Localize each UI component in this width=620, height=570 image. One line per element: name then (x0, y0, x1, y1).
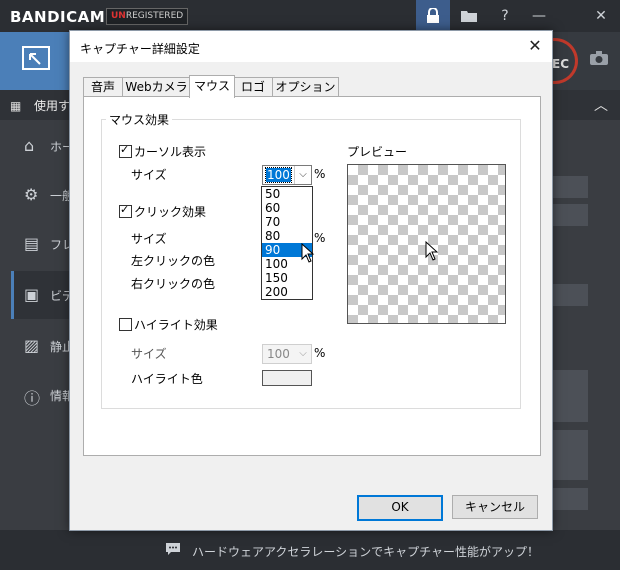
dialog-titlebar: キャプチャー詳細設定 ✕ (70, 31, 552, 62)
cancel-button[interactable]: キャンセル (452, 495, 538, 519)
info-icon: ⓘ (24, 389, 41, 408)
cursor-show-checkbox[interactable] (119, 143, 132, 158)
sidebar-item-frame[interactable]: ▤ フレ (14, 220, 74, 268)
content-panel (552, 176, 588, 198)
grid-icon: ▦ (10, 99, 22, 113)
gear-icon: ⚙ (24, 185, 39, 204)
bandicam-logo: BANDICAM (10, 8, 106, 26)
tab-logo[interactable]: ロゴ (233, 77, 273, 97)
ok-button[interactable]: OK (357, 495, 443, 521)
cursor-size-select[interactable]: 100 ⌵ (262, 165, 312, 185)
bandicam-bottom-bar: ハードウェアアクセラレーションでキャプチャー性能がアップ！ (0, 530, 620, 570)
dropdown-option[interactable]: 50 (262, 187, 312, 201)
image-icon: ▨ (24, 336, 40, 355)
click-size-label: サイズ (131, 232, 167, 246)
home-icon: ⌂ (24, 136, 35, 155)
content-panel (552, 284, 588, 306)
content-panel (552, 204, 588, 226)
preview-pointer-icon (425, 241, 439, 261)
left-click-color-label: 左クリックの色 (131, 254, 216, 268)
dropdown-option[interactable]: 60 (262, 201, 312, 215)
tab-audio[interactable]: 音声 (83, 77, 123, 97)
frame-icon: ▤ (24, 234, 40, 253)
percent-unit: % (314, 231, 326, 245)
video-icon: ▣ (24, 285, 40, 304)
content-panel (552, 430, 588, 480)
help-icon[interactable]: ? (488, 0, 522, 32)
chevron-up-icon[interactable]: ︿ (594, 95, 608, 115)
dialog-title: キャプチャー詳細設定 (80, 42, 200, 56)
chevron-down-icon[interactable]: ⌵ (294, 166, 311, 184)
menu-header-label: 使用す (34, 99, 71, 113)
dropdown-option[interactable]: 80 (262, 229, 312, 243)
sidebar-item-home[interactable]: ⌂ ホー (14, 122, 74, 170)
highlight-size-select[interactable]: 100 ⌵ (262, 344, 312, 364)
cursor-size-value: 100 (265, 167, 292, 183)
tab-mouse[interactable]: マウス (189, 75, 235, 98)
highlight-size-value: 100 (267, 347, 290, 361)
sidebar-item-video[interactable]: ▣ ビデ (11, 271, 74, 319)
unregistered-badge[interactable]: UNREGISTERED (106, 8, 189, 25)
click-effect-checkbox[interactable] (119, 203, 132, 218)
highlight-color-label: ハイライト色 (131, 372, 203, 386)
minimize-icon[interactable]: — (522, 0, 556, 32)
tab-webcam[interactable]: Webカメラ (122, 77, 191, 97)
bottom-message[interactable]: ハードウェアアクセラレーションでキャプチャー性能がアップ！ (192, 543, 539, 560)
close-app-icon[interactable]: ✕ (584, 0, 618, 32)
click-effect-label[interactable]: クリック効果 (134, 203, 206, 220)
close-icon[interactable]: ✕ (522, 34, 548, 58)
sidebar-item-image[interactable]: ▨ 静止 (14, 322, 74, 370)
chevron-down-icon: ⌵ (299, 348, 307, 359)
dropdown-option[interactable]: 70 (262, 215, 312, 229)
highlight-checkbox[interactable] (119, 318, 132, 331)
lock-icon[interactable] (416, 0, 450, 32)
camera-icon[interactable] (590, 50, 608, 69)
message-icon (165, 542, 181, 560)
dropdown-option[interactable]: 200 (262, 285, 312, 299)
sidebar-item-info[interactable]: ⓘ 情報 (14, 371, 74, 419)
percent-unit: % (314, 167, 326, 181)
screen-rect-icon (22, 46, 50, 70)
cursor-size-label: サイズ (131, 168, 167, 182)
sidebar-item-general[interactable]: ⚙ 一般 (14, 171, 74, 219)
highlight-size-label: サイズ (131, 347, 167, 361)
preview-label: プレビュー (347, 145, 408, 159)
highlight-color-swatch[interactable] (262, 370, 312, 386)
percent-unit: % (314, 346, 326, 360)
content-panel (552, 370, 588, 422)
tab-options[interactable]: オプション (272, 77, 339, 97)
content-panel (552, 488, 588, 510)
dropdown-option[interactable]: 150 (262, 271, 312, 285)
screen-mode-button[interactable] (0, 32, 75, 90)
unregistered-prefix: UN (111, 11, 126, 21)
right-click-color-label: 右クリックの色 (131, 277, 216, 291)
bandicam-titlebar: BANDICAM UNREGISTERED ? — ✕ (0, 0, 620, 32)
cursor-show-label[interactable]: カーソル表示 (134, 143, 206, 160)
folder-icon[interactable] (452, 0, 486, 32)
mouse-pointer-icon (301, 243, 315, 263)
highlight-label[interactable]: ハイライト効果 (134, 316, 218, 333)
mouse-effects-title: マウス効果 (106, 111, 173, 128)
unregistered-rest: REGISTERED (125, 11, 184, 21)
